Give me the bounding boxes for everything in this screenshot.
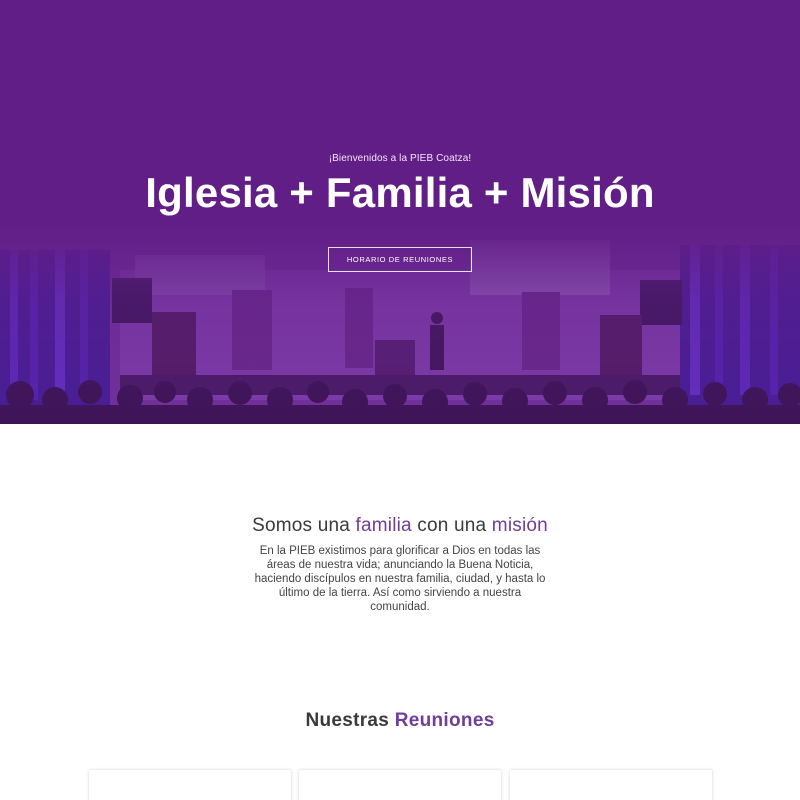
meeting-card[interactable]: [510, 770, 712, 800]
meetings-heading: Nuestras Reuniones: [0, 710, 800, 732]
intro-heading-accent-family: familia: [355, 515, 412, 536]
hero-section: ¡Bienvenidos a la PIEB Coatza! Iglesia +…: [0, 0, 800, 424]
intro-heading: Somos una familia con una misión: [0, 515, 800, 537]
intro-section: Somos una familia con una misión En la P…: [0, 515, 800, 614]
intro-heading-middle: con una: [411, 515, 492, 536]
intro-body: En la PIEB existimos para glorificar a D…: [254, 545, 546, 613]
meeting-card[interactable]: [89, 770, 291, 800]
schedule-button[interactable]: HORARIO DE REUNIONES: [328, 247, 472, 272]
intro-heading-accent-mission: misión: [491, 515, 548, 536]
intro-heading-prefix: Somos una: [252, 515, 356, 536]
hero-kicker: ¡Bienvenidos a la PIEB Coatza!: [328, 153, 472, 164]
meetings-heading-prefix: Nuestras: [305, 710, 395, 731]
meeting-card[interactable]: [299, 770, 501, 800]
hero-title: Iglesia + Familia + Misión: [145, 169, 655, 216]
meetings-heading-accent: Reuniones: [394, 710, 495, 731]
